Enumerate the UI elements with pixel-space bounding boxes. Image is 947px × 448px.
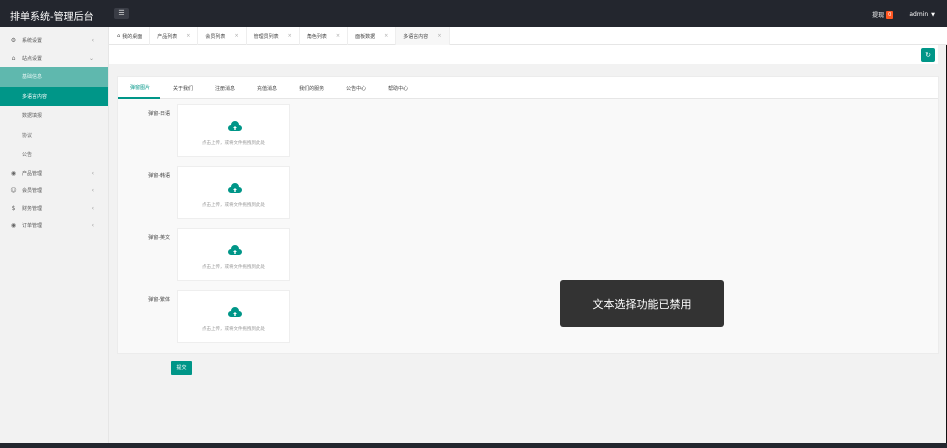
- close-icon[interactable]: ×: [336, 33, 340, 39]
- content-card: 弹窗图片 关于我们 注册消息 充值消息 我们的服务 公告中心 帮助中心 弹窗-日…: [117, 76, 939, 354]
- tab-desktop[interactable]: ⌂ 我的桌面: [109, 27, 151, 45]
- upload-box-tw[interactable]: 点击上传，或将文件拖拽到此处: [177, 290, 290, 343]
- upload-hint: 点击上传，或将文件拖拽到此处: [202, 203, 265, 208]
- ctab-recharge[interactable]: 充值消息: [246, 77, 288, 99]
- sidebar-sub-multilang[interactable]: 多语言内容: [0, 86, 108, 106]
- sidebar-item-system[interactable]: ⚙ 系统设置 ‹: [0, 32, 108, 50]
- close-icon[interactable]: ×: [288, 33, 292, 39]
- bottom-bar: [0, 443, 947, 448]
- sidebar: ⚙ 系统设置 ‹ ⌂ 站点设置 ⌄ 基础信息 多语言内容 数据填报 协议 公告 …: [0, 27, 109, 443]
- tab-label: 会员列表: [205, 33, 226, 40]
- sidebar-item-site[interactable]: ⌂ 站点设置 ⌄: [0, 50, 108, 68]
- tab-products[interactable]: 产品列表 ×: [150, 27, 199, 45]
- cloud-upload-icon: [228, 121, 242, 131]
- tab-label: 角色列表: [306, 33, 327, 40]
- tab-label: 产品列表: [157, 33, 178, 40]
- user-menu[interactable]: admin: [909, 11, 928, 18]
- tab-label: 我的桌面: [122, 33, 143, 40]
- cloud-upload-icon: [228, 245, 242, 255]
- caret-down-icon[interactable]: ▼: [931, 12, 935, 18]
- sidebar-item-order[interactable]: ◉ 订单管理 ‹: [0, 217, 108, 235]
- product-icon: ◉: [10, 169, 17, 177]
- content-tabs: 弹窗图片 关于我们 注册消息 充值消息 我们的服务 公告中心 帮助中心: [118, 77, 938, 99]
- sidebar-item-label: 产品管理: [22, 170, 43, 177]
- close-icon[interactable]: ×: [437, 33, 441, 39]
- upload-label-tw: 弹窗-繁体: [148, 297, 170, 303]
- ctab-notice[interactable]: 公告中心: [335, 77, 377, 99]
- chevron-left-icon: ‹: [91, 204, 94, 212]
- chevron-left-icon: ‹: [91, 169, 94, 177]
- upload-box-ja[interactable]: 点击上传，或将文件拖拽到此处: [177, 104, 290, 157]
- gear-icon: ⚙: [10, 37, 17, 45]
- chevron-left-icon: ‹: [91, 37, 94, 45]
- top-header: 排单系统-管理后台 ☰ 提现 0 admin ▼: [0, 0, 947, 27]
- home-icon: ⌂: [117, 33, 121, 39]
- brand-title: 排单系统-管理后台: [10, 12, 94, 23]
- sidebar-sub-notice[interactable]: 公告: [0, 145, 108, 165]
- sidebar-item-finance[interactable]: $ 财务管理 ‹: [0, 200, 108, 218]
- chevron-left-icon: ‹: [91, 187, 94, 195]
- sidebar-sub-basic[interactable]: 基础信息: [0, 67, 108, 87]
- tab-multilang[interactable]: 多语言内容 ×: [396, 27, 450, 45]
- tab-admins[interactable]: 管理员列表 ×: [247, 27, 300, 45]
- tab-members[interactable]: 会员列表 ×: [198, 27, 247, 45]
- tab-panel-data[interactable]: 面板数据 ×: [348, 27, 397, 45]
- chevron-down-icon: ⌄: [88, 54, 94, 62]
- sidebar-item-label: 财务管理: [22, 205, 43, 212]
- sidebar-sub-agreement[interactable]: 协议: [0, 126, 108, 146]
- tab-label: 管理员列表: [253, 33, 279, 40]
- cloud-upload-icon: [228, 183, 242, 193]
- user-icon: ☺: [10, 187, 17, 195]
- ctab-services[interactable]: 我们的服务: [288, 77, 335, 99]
- tab-roles[interactable]: 角色列表 ×: [300, 27, 349, 45]
- upload-hint: 点击上传，或将文件拖拽到此处: [202, 327, 265, 332]
- ctab-help[interactable]: 帮助中心: [377, 77, 419, 99]
- tab-label: 面板数据: [355, 33, 376, 40]
- sidebar-item-label: 系统设置: [22, 38, 43, 45]
- close-icon[interactable]: ×: [234, 33, 238, 39]
- refresh-icon[interactable]: ↻: [921, 48, 935, 62]
- submit-button[interactable]: 提交: [171, 361, 192, 375]
- home-icon: ⌂: [11, 54, 16, 62]
- upload-label-ja: 弹窗-日语: [148, 111, 170, 117]
- order-icon: ◉: [10, 222, 17, 230]
- chevron-left-icon: ‹: [91, 222, 94, 230]
- tab-label: 多语言内容: [403, 33, 429, 40]
- cloud-upload-icon: [228, 307, 242, 317]
- close-icon[interactable]: ×: [384, 33, 388, 39]
- toolbar-strip: [109, 45, 938, 64]
- sidebar-sub-data[interactable]: 数据填报: [0, 106, 108, 126]
- toast-message: 文本选择功能已禁用: [560, 280, 724, 327]
- sidebar-item-member[interactable]: ☺ 会员管理 ‹: [0, 182, 108, 200]
- money-icon: $: [11, 204, 16, 212]
- close-icon[interactable]: ×: [186, 33, 190, 39]
- sidebar-item-label: 会员管理: [22, 188, 43, 195]
- upload-label-en: 弹窗-英文: [148, 235, 170, 241]
- upload-hint: 点击上传，或将文件拖拽到此处: [202, 265, 265, 270]
- ctab-popup[interactable]: 弹窗图片: [118, 77, 161, 99]
- page-tabbar: ⌂ 我的桌面 产品列表 × 会员列表 × 管理员列表 × 角色列表 × 面板数据…: [109, 27, 947, 45]
- sidebar-item-label: 订单管理: [22, 223, 43, 230]
- menu-toggle-icon[interactable]: ☰: [114, 8, 129, 19]
- sidebar-item-product[interactable]: ◉ 产品管理 ‹: [0, 165, 108, 183]
- upload-hint: 点击上传，或将文件拖拽到此处: [202, 141, 265, 146]
- sidebar-item-label: 站点设置: [22, 55, 43, 62]
- withdraw-notice-label[interactable]: 提现: [872, 10, 884, 19]
- upload-box-ko[interactable]: 点击上传，或将文件拖拽到此处: [177, 166, 290, 219]
- ctab-about[interactable]: 关于我们: [160, 77, 204, 99]
- upload-box-en[interactable]: 点击上传，或将文件拖拽到此处: [177, 228, 290, 281]
- header-right: 提现 0 admin ▼: [872, 10, 935, 19]
- upload-label-ko: 弹窗-韩语: [148, 173, 170, 179]
- ctab-register[interactable]: 注册消息: [204, 77, 246, 99]
- notice-badge: 0: [886, 10, 894, 19]
